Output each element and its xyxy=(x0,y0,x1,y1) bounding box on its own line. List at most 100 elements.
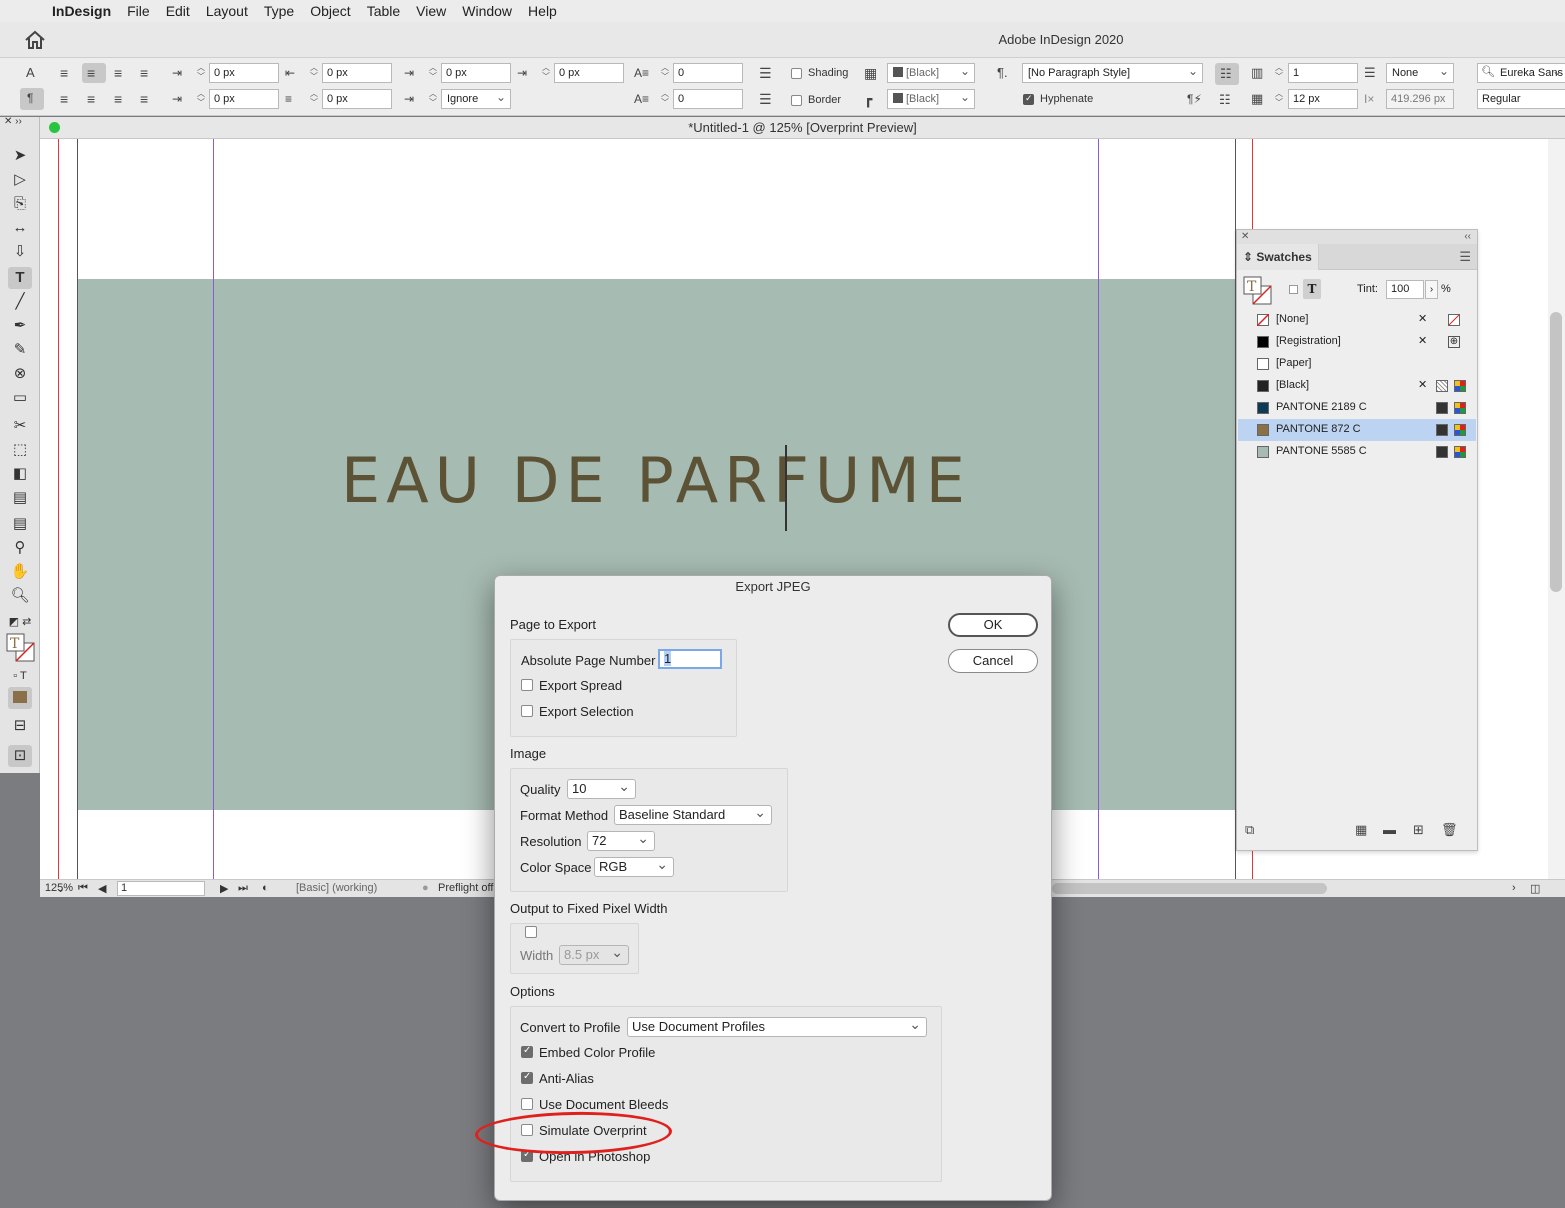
collapse-panel-icon[interactable]: ‹‹ xyxy=(1464,231,1471,242)
swatch-row-pantone-2189[interactable]: PANTONE 2189 C xyxy=(1238,397,1476,419)
zoom-window-button[interactable] xyxy=(49,122,60,133)
gutter-stepper[interactable]: ︿ ﹀ xyxy=(1273,89,1285,109)
panel-menu-icon[interactable]: ☰ xyxy=(1459,249,1471,265)
gradient-feather-tool-icon[interactable]: ▤ xyxy=(8,487,32,509)
border-settings-icon[interactable]: ┏ xyxy=(864,92,872,106)
working-profile[interactable]: [Basic] (working) xyxy=(296,882,377,894)
apply-color-icon[interactable] xyxy=(8,687,32,709)
drop-cap-lines-stepper[interactable]: ︿ ﹀ xyxy=(659,63,671,83)
new-color-group-icon[interactable]: ▦ xyxy=(1355,822,1367,838)
color-space-select[interactable]: RGB xyxy=(594,857,674,877)
screen-mode-icon[interactable]: ⊟ xyxy=(8,715,32,737)
menu-window[interactable]: Window xyxy=(454,3,520,19)
horizontal-scroll-thumb[interactable] xyxy=(1052,883,1327,894)
new-folder-icon[interactable]: ▬ xyxy=(1383,822,1396,837)
drop-cap-chars-field[interactable]: 0 xyxy=(673,89,743,109)
split-window-icon[interactable]: ◫ xyxy=(1530,882,1540,895)
left-indent-field[interactable]: 0 px xyxy=(209,63,279,83)
eyedropper-tool-icon[interactable]: ⚲ xyxy=(8,537,32,559)
anti-alias-checkbox[interactable] xyxy=(521,1071,533,1084)
swatches-tab[interactable]: ⇕ Swatches xyxy=(1237,244,1319,270)
default-fill-stroke-icon[interactable]: ◩ ⇄ xyxy=(8,611,32,633)
type-tool-icon[interactable]: T xyxy=(8,267,32,289)
page-number-field[interactable]: 1 xyxy=(117,881,205,896)
justify-left-icon[interactable]: ≡ xyxy=(60,92,68,106)
columns-stepper[interactable]: ︿ ﹀ xyxy=(1273,63,1285,83)
font-style-field[interactable]: Regular xyxy=(1477,89,1565,109)
menu-type[interactable]: Type xyxy=(256,3,302,19)
scissors-tool-icon[interactable]: ✂ xyxy=(8,415,32,437)
embed-color-profile-checkbox[interactable] xyxy=(521,1045,533,1058)
zoom-dropdown-icon[interactable]: ⌄ xyxy=(56,882,65,895)
justify-center-icon[interactable]: ≡ xyxy=(87,92,95,106)
gutter-field[interactable]: 12 px xyxy=(1288,89,1358,109)
border-color-select[interactable]: [Black] xyxy=(887,89,975,109)
selection-tool-icon[interactable]: ➤ xyxy=(8,145,32,167)
first-line-indent-stepper[interactable]: ︿ ﹀ xyxy=(195,89,207,109)
swatch-row-pantone-5585[interactable]: PANTONE 5585 C xyxy=(1238,441,1476,463)
shading-checkbox[interactable] xyxy=(791,68,802,79)
scroll-right-icon[interactable]: › xyxy=(1512,882,1516,894)
right-indent-stepper[interactable]: ︿ ﹀ xyxy=(308,63,320,83)
use-document-bleeds-checkbox[interactable] xyxy=(521,1098,533,1110)
convert-profile-select[interactable]: Use Document Profiles xyxy=(627,1017,927,1037)
span-select[interactable]: None xyxy=(1386,63,1454,83)
view-mode-icon[interactable]: ⊡ xyxy=(8,745,32,767)
line-tool-icon[interactable]: ╱ xyxy=(8,291,32,313)
last-page-icon[interactable]: ⏭ xyxy=(238,882,248,895)
menu-file[interactable]: File xyxy=(119,3,158,19)
content-collector-tool-icon[interactable]: ⇩ xyxy=(8,241,32,263)
swatch-fill-stroke-icon[interactable]: T xyxy=(1243,276,1273,306)
bulleted-list-icon[interactable]: ☰ xyxy=(759,66,772,80)
numbered-list-icon[interactable]: ☰ xyxy=(759,92,772,106)
drop-cap-chars-stepper[interactable]: ︿ ﹀ xyxy=(659,89,671,109)
formatting-text-icon[interactable]: T xyxy=(1303,279,1321,299)
open-document-icon[interactable]: ◐ xyxy=(262,882,269,894)
gap-tool-icon[interactable]: ↔ xyxy=(8,217,32,239)
last-line-indent-field[interactable]: 0 px xyxy=(322,89,392,109)
paragraph-mode-icon[interactable]: ¶ xyxy=(20,88,44,110)
resolution-select[interactable]: 72 xyxy=(587,831,655,851)
tools-panel-header[interactable]: ✕ ›› xyxy=(4,115,38,129)
fill-stroke-proxy-icon[interactable]: T xyxy=(6,633,36,663)
pen-tool-icon[interactable]: ✒ xyxy=(8,315,32,337)
export-selection-checkbox[interactable] xyxy=(521,705,533,717)
show-swatch-kinds-icon[interactable]: ⧉ xyxy=(1245,822,1254,838)
menu-object[interactable]: Object xyxy=(302,3,358,19)
swatch-row-pantone-872[interactable]: PANTONE 872 C xyxy=(1238,419,1476,441)
direct-selection-tool-icon[interactable]: ▷ xyxy=(8,169,32,191)
pencil-tool-icon[interactable]: ✎ xyxy=(8,339,32,361)
fixed-width-checkbox[interactable] xyxy=(525,926,537,938)
cancel-button[interactable]: Cancel xyxy=(948,649,1038,673)
menu-layout[interactable]: Layout xyxy=(198,3,256,19)
format-method-select[interactable]: Baseline Standard xyxy=(614,805,772,825)
columns-field[interactable]: 1 xyxy=(1288,63,1358,83)
headline-text[interactable]: EAU DE PARFUME xyxy=(40,444,1272,517)
hyphenate-checkbox[interactable] xyxy=(1023,93,1034,105)
delete-swatch-icon[interactable]: 🗑︎ xyxy=(1441,822,1458,838)
align-towards-spine-icon[interactable]: ≡ xyxy=(140,66,148,80)
menu-help[interactable]: Help xyxy=(520,3,565,19)
space-before-stepper[interactable]: ︿ ﹀ xyxy=(427,63,439,83)
left-indent-stepper[interactable]: ︿ ﹀ xyxy=(195,63,207,83)
align-center-icon[interactable]: ≡ xyxy=(82,63,106,83)
page-number-input[interactable]: 1 xyxy=(658,649,722,669)
zoom-tool-icon[interactable]: 🔍︎ xyxy=(8,585,32,607)
space-after-field[interactable]: 0 px xyxy=(554,63,624,83)
swatch-row-paper[interactable]: [Paper] xyxy=(1238,353,1476,375)
ok-button[interactable]: OK xyxy=(948,613,1038,637)
previous-page-icon[interactable]: ◀ xyxy=(98,882,106,895)
rectangle-frame-tool-icon[interactable]: ⊗ xyxy=(8,363,32,385)
align-right-icon[interactable]: ≡ xyxy=(114,66,122,80)
last-line-indent-stepper[interactable]: ︿ ﹀ xyxy=(308,89,320,109)
shading-color-select[interactable]: [Black] xyxy=(887,63,975,83)
swatch-row-registration[interactable]: [Registration] ✕ ⊕ xyxy=(1238,331,1476,353)
space-before-field[interactable]: 0 px xyxy=(441,63,511,83)
clear-overrides-icon[interactable]: ¶⚡ xyxy=(1187,93,1202,105)
export-spread-checkbox[interactable] xyxy=(521,679,533,691)
next-page-icon[interactable]: ▶ xyxy=(220,882,228,895)
swatch-row-none[interactable]: [None] ✕ xyxy=(1238,309,1476,331)
align-grid-select[interactable]: Ignore xyxy=(441,89,511,109)
gradient-swatch-tool-icon[interactable]: ◧ xyxy=(8,463,32,485)
swatch-row-black[interactable]: [Black] ✕ xyxy=(1238,375,1476,397)
